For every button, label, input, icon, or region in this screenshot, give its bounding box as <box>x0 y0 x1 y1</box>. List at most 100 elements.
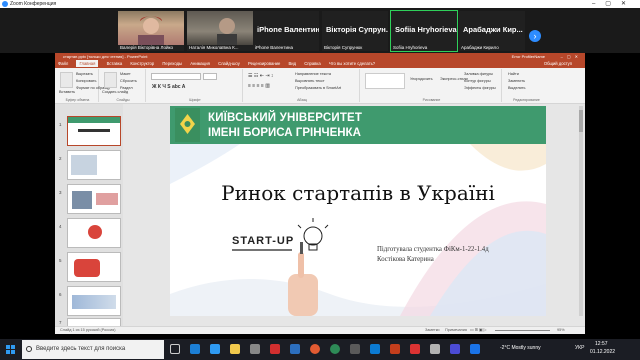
language-indicator[interactable]: УКР <box>575 345 584 351</box>
powerpoint-icon[interactable] <box>390 344 400 354</box>
slide-thumbnail[interactable] <box>67 150 121 180</box>
section-button[interactable]: Раздел <box>120 86 133 90</box>
cut-button[interactable]: Вырезать <box>76 72 93 76</box>
select-button[interactable]: Выделить <box>508 86 526 90</box>
participant-strip: Валерія Вікторівна Лойко Наталія Миколаї… <box>0 8 640 53</box>
tab-animations[interactable]: Анимация <box>190 61 210 66</box>
participant-tile-active[interactable]: Sofiia Hryhorieva Sofiia Hryhorieva <box>390 10 458 52</box>
participant-tile[interactable]: iPhone Валентина... iPhone Валентина <box>253 11 319 51</box>
notes-button[interactable]: Заметки <box>425 327 440 334</box>
font-format-buttons[interactable]: Ж К Ч S abc A <box>152 84 185 90</box>
edge-icon[interactable] <box>210 344 220 354</box>
participant-tile[interactable]: Вікторія Супрун... Вікторія Супрунюк <box>322 11 388 51</box>
font-size-select[interactable] <box>203 73 217 80</box>
opera-icon[interactable] <box>270 344 280 354</box>
zoom-slider[interactable] <box>495 330 550 331</box>
slide-thumbnail[interactable] <box>67 252 121 282</box>
windows-start-icon[interactable] <box>6 345 15 354</box>
vertical-scrollbar[interactable] <box>579 106 583 316</box>
taskbar-search-input[interactable]: Введите здесь текст для поиска <box>22 340 164 359</box>
participant-tile[interactable]: Валерія Вікторівна Лойко <box>118 11 184 51</box>
participant-tile[interactable]: Наталія Миколаївна К... <box>187 11 253 51</box>
current-slide[interactable]: КИЇВСЬКИЙ УНІВЕРСИТЕТ ІМЕНІ БОРИСА ГРІНЧ… <box>170 106 546 316</box>
tab-insert[interactable]: Вставка <box>107 61 123 66</box>
thumb-number: 1 <box>59 122 62 127</box>
paragraph-group: ☰ ☷ ⇤ ⇥ ↕ ≡ ≡ ≡ ≡ ▥ Направление текста В… <box>245 69 360 102</box>
ppt-window-controls[interactable]: –▢✕ <box>561 53 582 60</box>
participant-tile[interactable]: Арабаджи Кир... Арабаджи Кирило <box>459 11 525 51</box>
weather-widget[interactable]: -2°C Mostly sunny <box>500 345 541 351</box>
shapes-gallery[interactable] <box>365 73 405 89</box>
new-slide-button[interactable]: Создать слайд <box>102 90 128 94</box>
shape-outline-button[interactable]: Контур фигуры <box>464 79 491 83</box>
slide-thumbnail-selected[interactable] <box>67 116 121 146</box>
firefox-icon[interactable] <box>310 344 320 354</box>
font-name-select[interactable] <box>151 73 201 80</box>
new-slide-icon[interactable] <box>104 72 117 88</box>
app-icon[interactable] <box>470 344 480 354</box>
clock-date[interactable]: 01.12.2022 <box>590 349 615 355</box>
file-explorer-icon[interactable] <box>230 344 240 354</box>
list-buttons[interactable]: ☰ ☷ ⇤ ⇥ ↕ <box>248 73 273 79</box>
tab-slideshow[interactable]: Слайд-шоу <box>218 61 240 66</box>
next-page-icon[interactable]: › <box>529 30 541 42</box>
align-buttons[interactable]: ≡ ≡ ≡ ≡ ▥ <box>248 83 270 89</box>
zoom-window-title: Zoom Конференция <box>10 1 57 7</box>
tab-home[interactable]: Главная <box>76 60 99 67</box>
app-icon[interactable] <box>430 344 440 354</box>
app-icon[interactable] <box>350 344 360 354</box>
comments-button[interactable]: Примечания <box>445 327 467 334</box>
word-icon[interactable] <box>370 344 380 354</box>
arrange-button[interactable]: Упорядочить <box>410 77 433 81</box>
tab-view[interactable]: Вид <box>288 61 296 66</box>
scrollbar-thumb[interactable] <box>579 110 583 132</box>
clock-time[interactable]: 12:57 <box>595 341 608 347</box>
tab-review[interactable]: Рецензирование <box>248 61 280 66</box>
slide-thumbnail[interactable] <box>67 218 121 248</box>
participant-video <box>187 11 253 45</box>
shape-fill-button[interactable]: Заливка фигуры <box>464 72 493 76</box>
paste-button[interactable]: Вставить <box>59 90 75 94</box>
tell-me-search[interactable]: Что вы хотите сделать? <box>329 61 375 66</box>
tab-transitions[interactable]: Переходы <box>162 61 182 66</box>
ppt-user[interactable]: Error ProfilerName <box>512 53 545 60</box>
replace-button[interactable]: Заменить <box>508 79 525 83</box>
layout-button[interactable]: Макет <box>120 72 131 76</box>
copy-button[interactable]: Копировать <box>76 79 96 83</box>
slide-thumbnail[interactable] <box>67 184 121 214</box>
paste-icon[interactable] <box>60 72 73 88</box>
ppt-title: стартап.pptx [только для чтения] - Power… <box>63 54 148 59</box>
participant-video <box>118 11 184 45</box>
tab-help[interactable]: Справка <box>304 61 320 66</box>
participant-name: Наталія Миколаївна К... <box>189 45 239 50</box>
view-buttons[interactable]: ▭ ⊞ ▣ ▷ <box>470 327 486 334</box>
store-icon[interactable] <box>250 344 260 354</box>
acrobat-icon[interactable] <box>410 344 420 354</box>
zoom-level[interactable]: 95% <box>557 327 565 334</box>
mail-icon[interactable] <box>290 344 300 354</box>
tab-file[interactable]: Файл <box>58 61 68 66</box>
align-text-button[interactable]: Выровнять текст <box>295 79 325 83</box>
slide-thumbnail[interactable] <box>67 286 121 316</box>
author-line2: Костікова Катерина <box>377 256 434 263</box>
university-banner: КИЇВСЬКИЙ УНІВЕРСИТЕТ ІМЕНІ БОРИСА ГРІНЧ… <box>170 106 546 144</box>
window-controls[interactable]: –▢✕ <box>592 0 636 8</box>
text-direction-button[interactable]: Направление текста <box>295 72 331 76</box>
thumb-number: 3 <box>59 190 62 195</box>
chrome-icon[interactable] <box>330 344 340 354</box>
task-view-icon[interactable] <box>170 344 180 354</box>
reset-button[interactable]: Сбросить <box>120 79 137 83</box>
ribbon-tabs: Файл Главная Вставка Конструктор Переход… <box>55 60 585 68</box>
tab-design[interactable]: Конструктор <box>130 61 154 66</box>
find-button[interactable]: Найти <box>508 72 519 76</box>
smartart-button[interactable]: Преобразовать в SmartArt <box>295 86 341 90</box>
app-icon[interactable] <box>450 344 460 354</box>
thumb-number: 7 <box>59 320 62 325</box>
shape-effects-button[interactable]: Эффекты фигуры <box>464 86 496 90</box>
startup-label: START-UP <box>232 235 295 247</box>
share-button[interactable]: Общий доступ <box>544 60 572 68</box>
university-emblem-icon <box>175 108 200 142</box>
zoom-app-icon[interactable] <box>190 344 200 354</box>
thumb-number: 5 <box>59 258 62 263</box>
clipboard-label: Буфер обмена <box>65 98 90 102</box>
